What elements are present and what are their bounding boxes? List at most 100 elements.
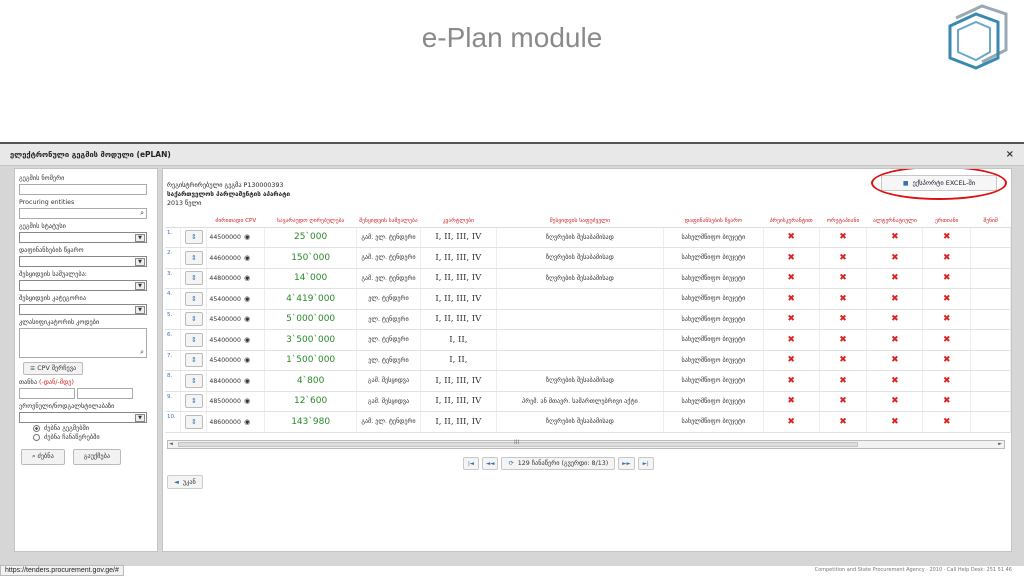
funding-cell: სახელმწიფო ბიუჯეტი	[663, 329, 764, 351]
method-cell: გამ. ელ. ტენდერი	[356, 268, 421, 289]
eye-icon[interactable]: ◉	[242, 397, 250, 405]
table-row: 4. ⇕ 45400000 ◉ 4`419`000 ელ. ტენდერი I, II, …	[165, 288, 1011, 310]
column-header: შესყიდვის საფუძველი	[496, 215, 664, 228]
amount-from-input[interactable]	[19, 388, 75, 399]
quarters-cell: I, II, III, IV	[420, 288, 497, 310]
first-page-icon[interactable]: |◄	[463, 457, 479, 470]
plan-status-select[interactable]: ▼	[19, 232, 147, 243]
scroll-left-icon[interactable]: ◄	[169, 441, 173, 447]
search-icon[interactable]: ⌕	[140, 209, 144, 218]
horizontal-scrollbar[interactable]: ◄ III ►	[167, 439, 1005, 449]
eye-icon[interactable]: ◉	[242, 377, 250, 385]
procuring-entities-input[interactable]: ⌕	[19, 208, 147, 219]
plan-registered: რეგისტრირებული გეგმა P130000393	[167, 182, 284, 189]
edit-row-button[interactable]: ⇕	[184, 291, 203, 306]
radio-search-plans[interactable]: ძებნა გეგმებში	[33, 425, 153, 432]
edit-row-button[interactable]: ⇕	[184, 230, 203, 245]
radio-search-records[interactable]: ძებნა ჩანაწერებში	[33, 434, 153, 441]
amount-to-input[interactable]	[77, 388, 133, 399]
purchase-category-select[interactable]: ▼	[19, 304, 147, 315]
eye-icon[interactable]: ◉	[242, 233, 250, 241]
cpv-cell: 45400000 ◉	[206, 329, 266, 351]
column-header: პრეისკურანტით	[763, 215, 820, 228]
cpv-select-button[interactable]: ≡ CPV შერჩევა	[23, 362, 84, 375]
cross-icon: ✖	[922, 247, 972, 269]
quarters-cell: I, II,	[420, 329, 497, 351]
amount-cell: 25`000	[264, 227, 357, 248]
reason-cell	[496, 329, 665, 351]
chevron-down-icon[interactable]: ▼	[135, 258, 145, 266]
amount-cell: 14`000	[264, 268, 357, 289]
edit-row-button[interactable]: ⇕	[184, 271, 203, 286]
amount-cell: 4`800	[264, 370, 357, 392]
reason-cell	[496, 288, 665, 310]
edit-row-button[interactable]: ⇕	[184, 332, 203, 347]
highlight-ring	[871, 169, 1007, 200]
edit-row-button[interactable]: ⇕	[184, 353, 203, 368]
row-number: 9.	[165, 391, 182, 412]
amount-cell: 5`000`000	[264, 309, 357, 330]
slide-title: e-Plan module	[421, 22, 603, 53]
radio-button[interactable]	[33, 434, 40, 441]
funding-cell: სახელმწიფო ბიუჯეტი	[663, 350, 764, 371]
chevron-down-icon[interactable]: ▼	[135, 306, 145, 314]
funding-source-select[interactable]: ▼	[19, 256, 147, 267]
cpv-cell: 48600000 ◉	[206, 411, 266, 433]
reason-cell: ზღვრების შესაბამისად	[496, 247, 665, 269]
amount-cell: 12`600	[264, 391, 357, 412]
edit-row-button[interactable]: ⇕	[184, 394, 203, 409]
classifier-code-input[interactable]: ⌕	[19, 328, 147, 358]
amount-cell: 3`500`000	[264, 329, 357, 351]
method-cell: გამ. შესყიდვა	[356, 391, 421, 412]
cross-icon: ✖	[866, 411, 924, 433]
chevron-down-icon[interactable]: ▼	[135, 234, 145, 242]
next-page-icon[interactable]: ►►	[618, 457, 635, 470]
row-number: 7.	[165, 350, 182, 371]
scroll-right-icon[interactable]: ►	[998, 441, 1002, 447]
edit-row-button[interactable]: ⇕	[184, 312, 203, 327]
cpv-cell: 44800000 ◉	[206, 268, 266, 289]
eye-icon[interactable]: ◉	[242, 356, 250, 364]
cross-icon: ✖	[866, 329, 924, 351]
notes-cell	[970, 329, 1011, 351]
cross-icon: ✖	[922, 309, 972, 330]
eye-icon[interactable]: ◉	[242, 336, 250, 344]
chevron-down-icon[interactable]: ▼	[135, 414, 145, 422]
chevron-down-icon[interactable]: ▼	[135, 282, 145, 290]
edit-row-button[interactable]: ⇕	[184, 373, 203, 388]
radio-button[interactable]	[33, 425, 40, 432]
column-header: სავარაუდო ღირებულება	[264, 215, 357, 228]
prev-page-icon[interactable]: ◄◄	[482, 457, 499, 470]
cross-icon: ✖	[819, 309, 868, 330]
classifier-code-label: კლასიფიკატორის კოდები	[19, 319, 100, 326]
purchase-method-select[interactable]: ▼	[19, 280, 147, 291]
quarters-cell: I, II, III, IV	[420, 227, 497, 248]
reset-button[interactable]: გაუქმება	[72, 449, 122, 465]
edit-row-button[interactable]: ⇕	[184, 414, 203, 429]
last-page-icon[interactable]: ►|	[637, 457, 654, 470]
refresh-icon[interactable]: ⟳	[508, 460, 513, 467]
plan-number-input[interactable]	[19, 184, 147, 195]
plan-status-label: გეგმის სტატუსი	[19, 223, 66, 230]
quarters-cell: I, II, III, IV	[420, 247, 497, 269]
eye-icon[interactable]: ◉	[242, 254, 250, 262]
edit-row-button[interactable]: ⇕	[184, 250, 203, 265]
cross-icon: ✖	[819, 268, 868, 289]
cross-icon: ✖	[763, 411, 820, 433]
column-header: კვარტლები	[420, 215, 497, 228]
cross-icon: ✖	[922, 227, 972, 248]
search-button[interactable]: ⌕ ძებნა	[21, 449, 65, 465]
table-row: 7. ⇕ 45400000 ◉ 1`500`000 ელ. ტენდერი I, II, ს…	[165, 350, 1011, 371]
cross-icon: ✖	[819, 227, 868, 248]
eye-icon[interactable]: ◉	[242, 418, 250, 426]
eye-icon[interactable]: ◉	[242, 315, 250, 323]
method-cell: ელ. ტენდერი	[356, 329, 421, 351]
eye-icon[interactable]: ◉	[242, 295, 250, 303]
funding-source-label: დაფინანსების წყარო	[19, 247, 84, 254]
back-button[interactable]: ◄ უკან	[167, 475, 203, 489]
close-icon[interactable]: ×	[1006, 149, 1014, 160]
status-select[interactable]: ▼	[19, 412, 147, 423]
method-cell: გამ. შესყიდვა	[356, 370, 421, 392]
eye-icon[interactable]: ◉	[242, 274, 250, 282]
search-icon[interactable]: ⌕	[140, 348, 144, 357]
